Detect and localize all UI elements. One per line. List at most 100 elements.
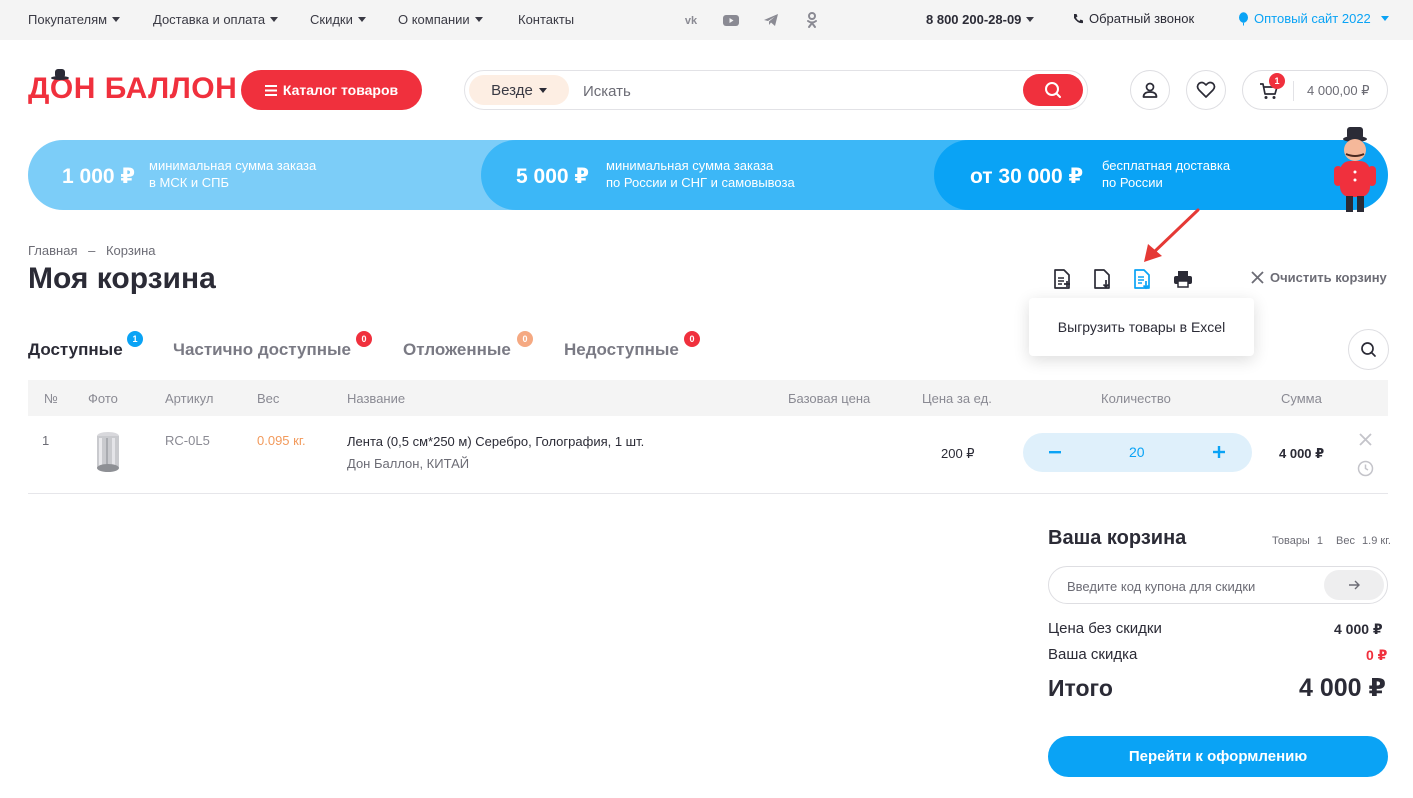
youtube-icon[interactable]: [722, 11, 740, 29]
summary-weight: Вес 1.9 кг.: [1336, 535, 1391, 547]
table-search-button[interactable]: [1348, 329, 1389, 370]
column-header: Цена за ед.: [922, 391, 992, 406]
plus-icon[interactable]: [1213, 446, 1225, 458]
product-brand: Дон Баллон, КИТАЙ: [347, 456, 470, 471]
column-header: Сумма: [1281, 391, 1322, 406]
banner-text: минимальная сумма заказа по России и СНГ…: [606, 157, 795, 191]
page-title-text: Моя корзина: [28, 262, 216, 295]
page-title: Моя корзина: [28, 262, 216, 296]
product-article: RC-0L5: [165, 433, 210, 448]
banner-line: минимальная сумма заказа: [149, 158, 317, 173]
nav-discounts-label: Скидки: [310, 12, 353, 27]
favorites-button[interactable]: [1186, 70, 1226, 110]
nav-buyers[interactable]: Покупателям: [28, 12, 121, 27]
print-icon[interactable]: [1172, 268, 1194, 290]
clear-cart-button[interactable]: Очистить корзину: [1251, 270, 1387, 285]
discount-label: Ваша скидка: [1048, 646, 1138, 663]
close-icon: [1251, 271, 1264, 284]
breadcrumb-home[interactable]: Главная: [28, 243, 77, 258]
top-bar: Покупателям Доставка и оплата Скидки О к…: [0, 0, 1413, 40]
banner-line: в МСК и СПБ: [149, 175, 230, 190]
tab-partially-available[interactable]: Частично доступные: [173, 340, 351, 360]
subtotal-label: Цена без скидки: [1048, 620, 1162, 637]
banner-amount: 5 000 ₽: [516, 165, 589, 188]
search-button[interactable]: [1023, 74, 1083, 106]
subtotal-value: 4 000 ₽: [1334, 621, 1383, 637]
search-icon: [1045, 82, 1061, 98]
callback-link[interactable]: Обратный звонок: [1072, 11, 1194, 26]
nav-about[interactable]: О компании: [398, 12, 483, 27]
banner-free-delivery: от 30 000 ₽ бесплатная доставка по Росси…: [934, 140, 1388, 210]
chevron-down-icon: [1026, 17, 1035, 22]
cart-button[interactable]: 1 4 000,00 ₽: [1242, 70, 1388, 110]
account-button[interactable]: [1130, 70, 1170, 110]
apply-coupon-button[interactable]: [1324, 570, 1384, 600]
tab-label: Частично доступные: [173, 340, 351, 359]
nav-discounts[interactable]: Скидки: [310, 12, 366, 27]
catalog-button[interactable]: Каталог товаров: [241, 70, 422, 110]
product-name[interactable]: Лента (0,5 см*250 м) Серебро, Голография…: [347, 434, 644, 449]
banner-line: по России и СНГ и самовывоза: [606, 175, 795, 190]
logo-hat-icon: [51, 69, 69, 80]
tab-label: Отложенные: [403, 340, 511, 359]
nav-delivery-label: Доставка и оплата: [153, 12, 266, 27]
column-header: Название: [347, 391, 406, 406]
items-value: 1: [1316, 535, 1324, 547]
balloon-icon: [1239, 11, 1248, 25]
search-scope-label: Везде: [491, 81, 533, 99]
product-unit-price: 200 ₽: [941, 446, 975, 461]
nav-contacts-label: Контакты: [518, 12, 575, 27]
cart-count-badge: 1: [1269, 73, 1285, 89]
clear-cart-label: Очистить корзину: [1270, 270, 1387, 285]
nav-buyers-label: Покупателям: [28, 12, 108, 27]
postpone-clock-icon[interactable]: [1357, 460, 1374, 477]
phone-number[interactable]: 8 800 200-28-09: [926, 12, 1035, 27]
nav-delivery[interactable]: Доставка и оплата: [153, 12, 279, 27]
wholesale-link[interactable]: Оптовый сайт 2022: [1238, 11, 1389, 26]
search-scope-dropdown[interactable]: Везде: [469, 75, 569, 105]
tab-postponed[interactable]: Отложенные: [403, 340, 511, 360]
download-file-icon[interactable]: [1091, 268, 1113, 290]
remove-item-icon[interactable]: [1359, 433, 1372, 446]
divider: [1293, 81, 1294, 101]
svg-text:vk: vk: [685, 15, 698, 27]
chevron-down-icon: [357, 17, 366, 22]
banner-amount: 1 000 ₽: [62, 165, 135, 188]
banner-min-order-msk: 1 000 ₽ минимальная сумма заказа в МСК и…: [28, 140, 548, 210]
cart-count: 1: [1274, 76, 1280, 86]
tab-available[interactable]: Доступные: [28, 340, 123, 360]
telegram-icon[interactable]: [762, 11, 780, 29]
banner-amount: от 30 000 ₽: [970, 165, 1084, 188]
export-tooltip: Выгрузить товары в Excel: [1029, 298, 1254, 356]
import-file-icon[interactable]: [1051, 268, 1073, 290]
arrow-right-icon: [1349, 580, 1360, 590]
banner-line: минимальная сумма заказа: [606, 158, 774, 173]
discount-value: 0 ₽: [1366, 647, 1388, 663]
quantity-stepper: 20: [1023, 433, 1252, 472]
product-weight: 0.095 кг.: [257, 433, 306, 448]
chevron-down-icon: [1380, 16, 1389, 21]
checkout-button[interactable]: Перейти к оформлению: [1048, 736, 1388, 777]
tab-count: 0: [522, 334, 528, 344]
chevron-down-icon: [270, 17, 279, 22]
nav-contacts[interactable]: Контакты: [518, 12, 574, 27]
quantity-value[interactable]: 20: [1129, 444, 1145, 460]
nav-about-label: О компании: [398, 12, 470, 27]
coupon-input[interactable]: [1067, 577, 1317, 595]
product-photo[interactable]: [95, 431, 121, 473]
banner-text: бесплатная доставка по России: [1102, 157, 1230, 191]
tooltip-text: Выгрузить товары в Excel: [1057, 319, 1226, 335]
tab-count: 0: [361, 334, 367, 344]
annotation-arrow: [1144, 208, 1200, 262]
table-header: № Фото Артикул Вес Название Базовая цена…: [28, 380, 1388, 416]
odnoklassniki-icon[interactable]: [803, 11, 821, 29]
export-excel-icon[interactable]: [1131, 268, 1153, 290]
chevron-down-icon: [112, 17, 121, 22]
vk-icon[interactable]: vk: [682, 11, 700, 29]
minus-icon[interactable]: [1049, 451, 1061, 454]
breadcrumb: Главная – Корзина: [28, 243, 156, 258]
tab-unavailable[interactable]: Недоступные: [564, 340, 679, 360]
search-input[interactable]: [583, 80, 1013, 102]
banner-line: по России: [1102, 175, 1163, 190]
tab-count: 1: [132, 334, 138, 344]
